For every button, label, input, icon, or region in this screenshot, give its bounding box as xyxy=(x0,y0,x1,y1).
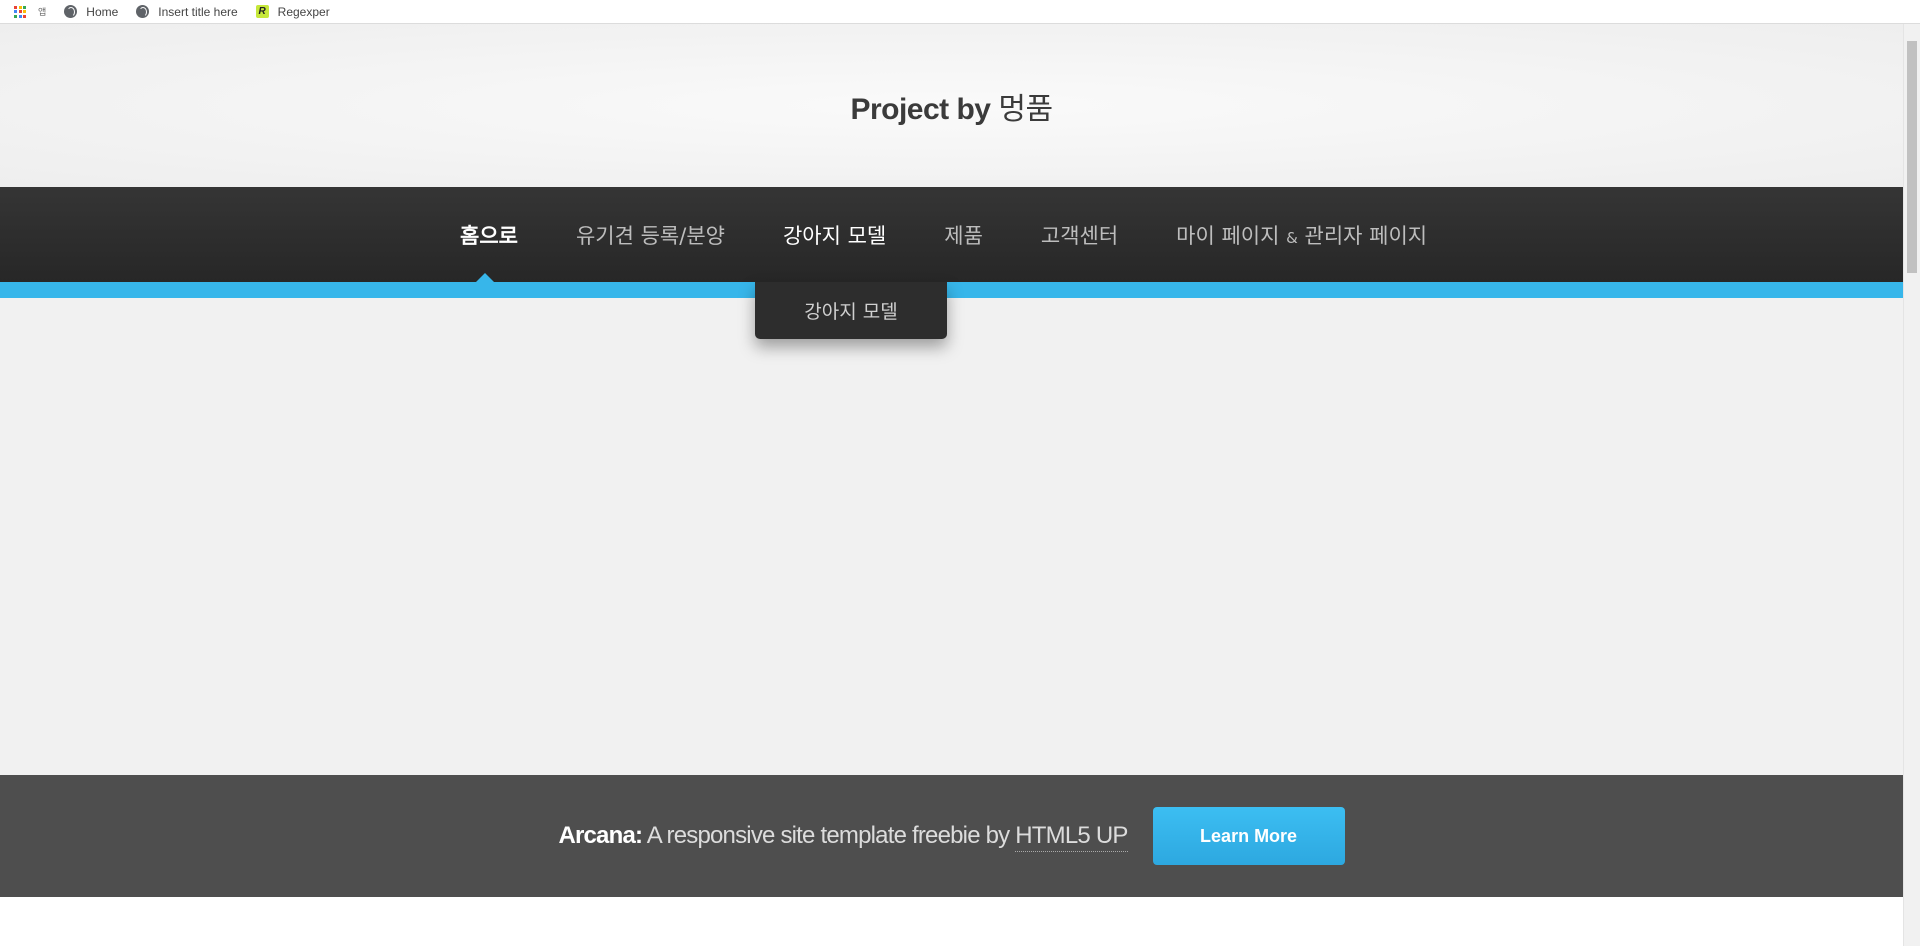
site-header: Project by 멍품 xyxy=(0,24,1903,187)
nav-item-mypage-label: 마이 페이지 xyxy=(1176,223,1280,248)
nav-accent-stripe xyxy=(0,282,1903,298)
apps-label: 앱 xyxy=(38,8,47,18)
nav-item-products[interactable]: 제품 xyxy=(944,220,983,250)
main-content xyxy=(0,298,1903,775)
bookmark-home[interactable]: Home xyxy=(64,0,118,23)
globe-icon xyxy=(136,5,150,18)
nav-item-home[interactable]: 홈으로 xyxy=(460,220,518,250)
bookmark-label: Insert title here xyxy=(158,4,238,19)
footer-area xyxy=(0,897,1903,946)
active-caret-icon xyxy=(476,273,494,282)
site-title[interactable]: Project by 멍품 xyxy=(0,84,1903,128)
bookmark-regexper[interactable]: R Regexper xyxy=(255,0,330,23)
bookmark-insert-title[interactable]: Insert title here xyxy=(136,0,238,23)
nav-item-admin-label: 관리자 페이지 xyxy=(1304,223,1428,248)
regexper-icon: R xyxy=(255,5,269,18)
bookmarks-bar: 앱 Home Insert title here R Regexper xyxy=(0,0,1920,24)
nav-item-adoption[interactable]: 유기견 등록/분양 xyxy=(576,220,725,250)
cta-text: Arcana: A responsive site template freeb… xyxy=(558,822,1128,852)
main-nav: 홈으로 유기견 등록/분양 강아지 모델 제품 고객센터 마이 페이지 & 관리… xyxy=(0,187,1903,282)
cta-html5up-link[interactable]: HTML5 UP xyxy=(1015,822,1128,852)
bookmark-label: Home xyxy=(86,4,119,19)
dropdown-item-dog-model[interactable]: 강아지 모델 xyxy=(804,297,897,324)
nav-item-dog-model[interactable]: 강아지 모델 xyxy=(783,220,886,250)
nav-item-amp: & xyxy=(1286,228,1298,247)
site-title-kr: 멍품 xyxy=(998,92,1053,127)
scrollbar[interactable] xyxy=(1903,24,1920,946)
cta-description: A responsive site template freebie by xyxy=(646,822,1010,849)
nav-item-customer-center[interactable]: 고객센터 xyxy=(1041,220,1118,250)
dropdown-menu: 강아지 모델 xyxy=(755,282,947,339)
apps-button[interactable]: 앱 xyxy=(0,0,46,23)
globe-icon xyxy=(64,5,78,18)
cta-brand: Arcana: xyxy=(558,822,643,849)
apps-grid-icon xyxy=(14,5,26,18)
learn-more-button[interactable]: Learn More xyxy=(1152,807,1345,865)
scrollbar-thumb[interactable] xyxy=(1907,41,1917,273)
nav-item-mypage-admin[interactable]: 마이 페이지 & 관리자 페이지 xyxy=(1176,220,1427,250)
nav-items: 홈으로 유기견 등록/분양 강아지 모델 제품 고객센터 마이 페이지 & 관리… xyxy=(460,187,1485,282)
bookmark-label: Regexper xyxy=(277,4,330,19)
site-title-en: Project by xyxy=(850,93,991,126)
cta-band: Arcana: A responsive site template freeb… xyxy=(0,775,1903,897)
